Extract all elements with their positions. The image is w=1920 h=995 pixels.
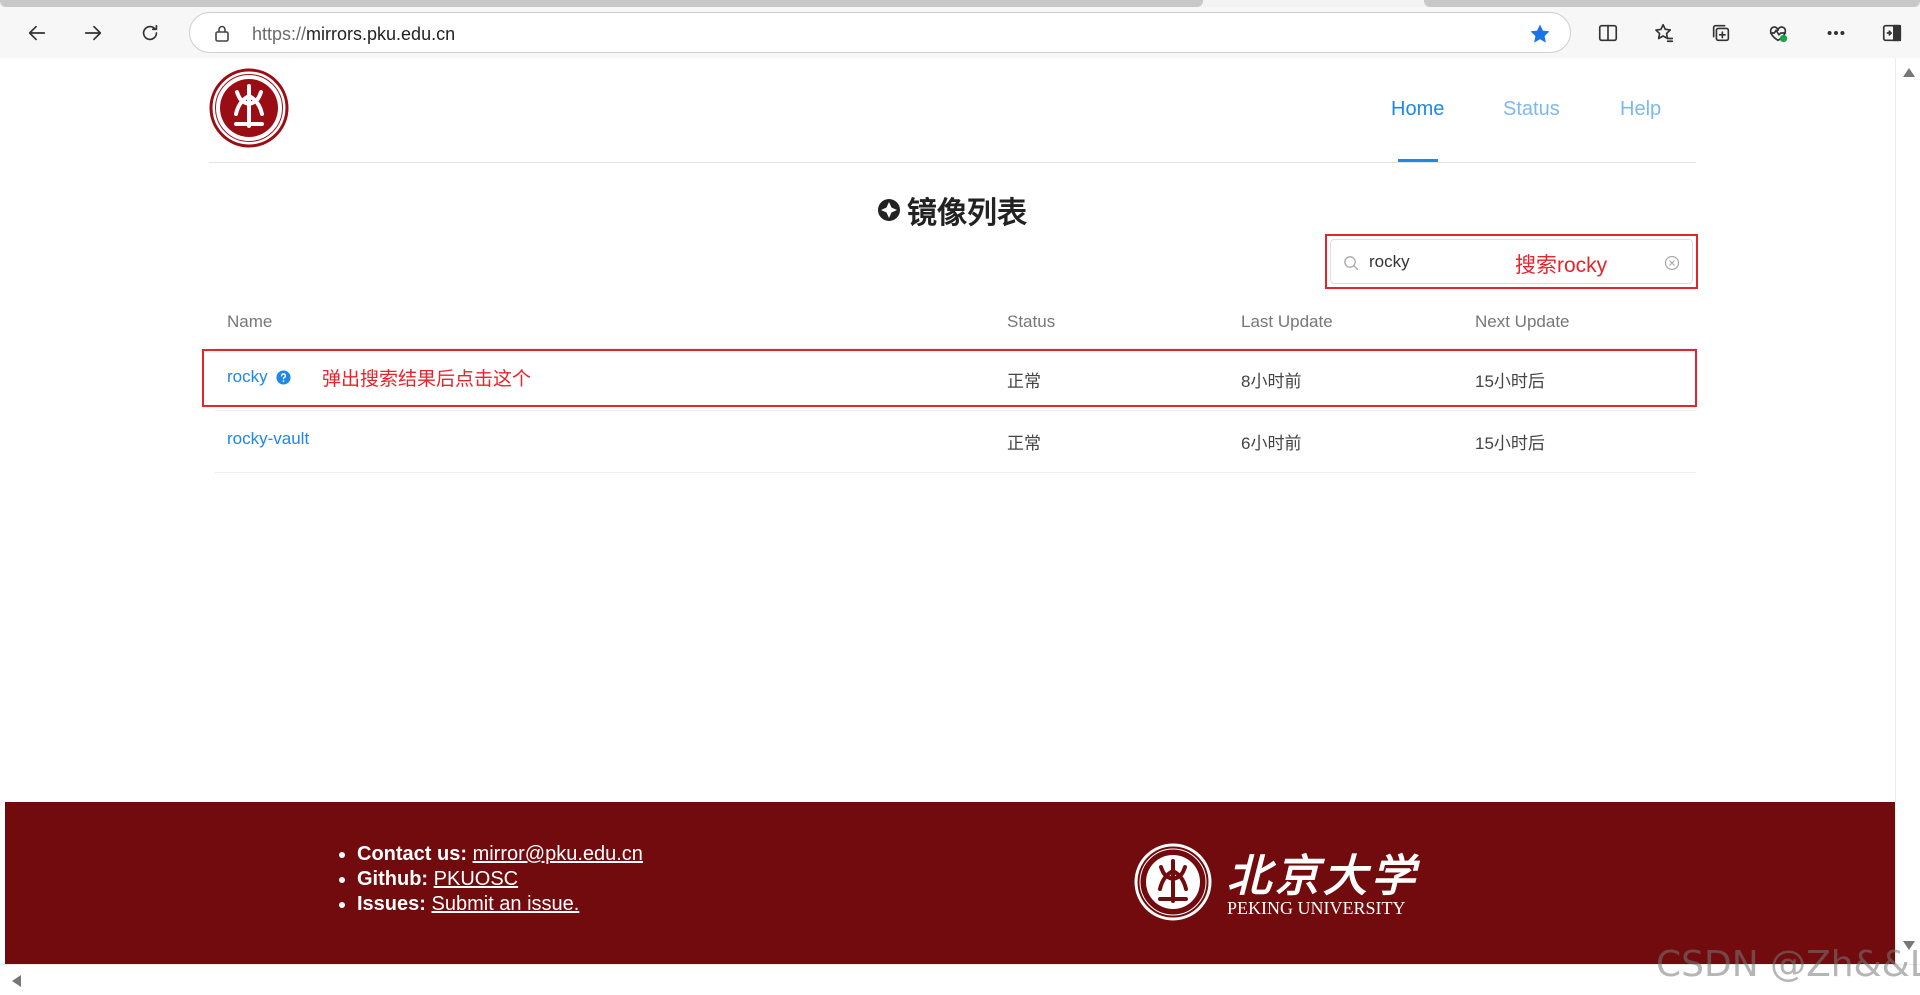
back-icon[interactable] <box>21 17 53 49</box>
nav-home[interactable]: Home <box>1391 98 1444 121</box>
inactive-tab[interactable] <box>1424 0 1920 7</box>
column-header-name[interactable]: Name <box>227 312 272 332</box>
university-name-en: PEKING UNIVERSITY <box>1227 898 1406 918</box>
search-annotation: 搜索rocky <box>1515 254 1608 277</box>
footer-links: Contact us: mirror@pku.edu.cn Github: PK… <box>357 842 643 917</box>
favorites-icon[interactable] <box>1648 17 1680 49</box>
health-icon[interactable] <box>1762 17 1794 49</box>
next-update-value: 15小时后 <box>1475 434 1545 453</box>
last-update-value: 6小时前 <box>1241 434 1302 453</box>
row-annotation: 弹出搜索结果后点击这个 <box>322 369 532 390</box>
address-bar[interactable]: https://mirrors.pku.edu.cn <box>189 12 1571 53</box>
university-name-cn: 北京大学 <box>1227 851 1419 902</box>
contact-label: Contact us: <box>357 843 467 865</box>
mirror-link-rocky-vault[interactable]: rocky-vault <box>227 429 309 449</box>
browser-toolbar: https://mirrors.pku.edu.cn <box>0 7 1920 58</box>
issues-label: Issues: <box>357 893 426 915</box>
star-icon[interactable] <box>1528 22 1552 46</box>
column-header-next-update[interactable]: Next Update <box>1475 312 1570 332</box>
nav-help[interactable]: Help <box>1620 98 1661 121</box>
tab-strip <box>0 0 1920 7</box>
header-divider <box>209 162 1696 163</box>
page-title: 镜像列表 <box>875 190 1027 230</box>
active-tab[interactable] <box>0 0 1203 7</box>
footer-github: Github: PKUOSC <box>357 867 643 892</box>
split-screen-icon[interactable] <box>1592 17 1624 49</box>
search-highlight-box: rocky <box>1325 234 1698 289</box>
forward-icon[interactable] <box>77 17 109 49</box>
scroll-left-icon[interactable] <box>12 975 21 987</box>
mirror-name[interactable]: rocky-vault <box>227 429 309 449</box>
column-header-status[interactable]: Status <box>1007 312 1055 332</box>
nav-status[interactable]: Status <box>1503 98 1560 121</box>
watermark: CSDN @Zh&&Li <box>1656 944 1920 985</box>
contact-email-link[interactable]: mirror@pku.edu.cn <box>473 843 643 865</box>
url-text[interactable]: https://mirrors.pku.edu.cn <box>252 24 455 45</box>
refresh-icon[interactable] <box>134 17 166 49</box>
collections-icon[interactable] <box>1705 17 1737 49</box>
scroll-up-icon[interactable] <box>1903 68 1915 77</box>
pku-seal-icon <box>1134 843 1212 921</box>
footer-contact: Contact us: mirror@pku.edu.cn <box>357 842 643 867</box>
lock-icon[interactable] <box>212 23 232 43</box>
more-icon[interactable] <box>1820 17 1852 49</box>
loading-icon <box>878 199 900 221</box>
search-input[interactable]: rocky <box>1330 239 1693 284</box>
github-label: Github: <box>357 868 429 890</box>
footer-issues: Issues: Submit an issue. <box>357 892 643 917</box>
github-link[interactable]: PKUOSC <box>434 868 518 890</box>
pku-logo[interactable] <box>209 68 289 148</box>
status-value: 正常 <box>1007 434 1041 453</box>
issues-link[interactable]: Submit an issue. <box>432 893 580 915</box>
search-value[interactable]: rocky <box>1369 252 1410 272</box>
vertical-scrollbar[interactable] <box>1895 58 1920 964</box>
footer: Contact us: mirror@pku.edu.cn Github: PK… <box>5 802 1895 964</box>
page-title-text: 镜像列表 <box>907 197 1027 230</box>
table-row[interactable]: rocky-vault 正常 6小时前 15小时后 <box>215 411 1696 463</box>
column-header-last-update[interactable]: Last Update <box>1241 312 1333 332</box>
clear-icon[interactable] <box>1664 255 1680 271</box>
horizontal-scrollbar[interactable] <box>0 964 1920 995</box>
row-divider <box>215 472 1696 473</box>
sidebar-icon[interactable] <box>1876 17 1908 49</box>
search-icon <box>1344 256 1359 271</box>
